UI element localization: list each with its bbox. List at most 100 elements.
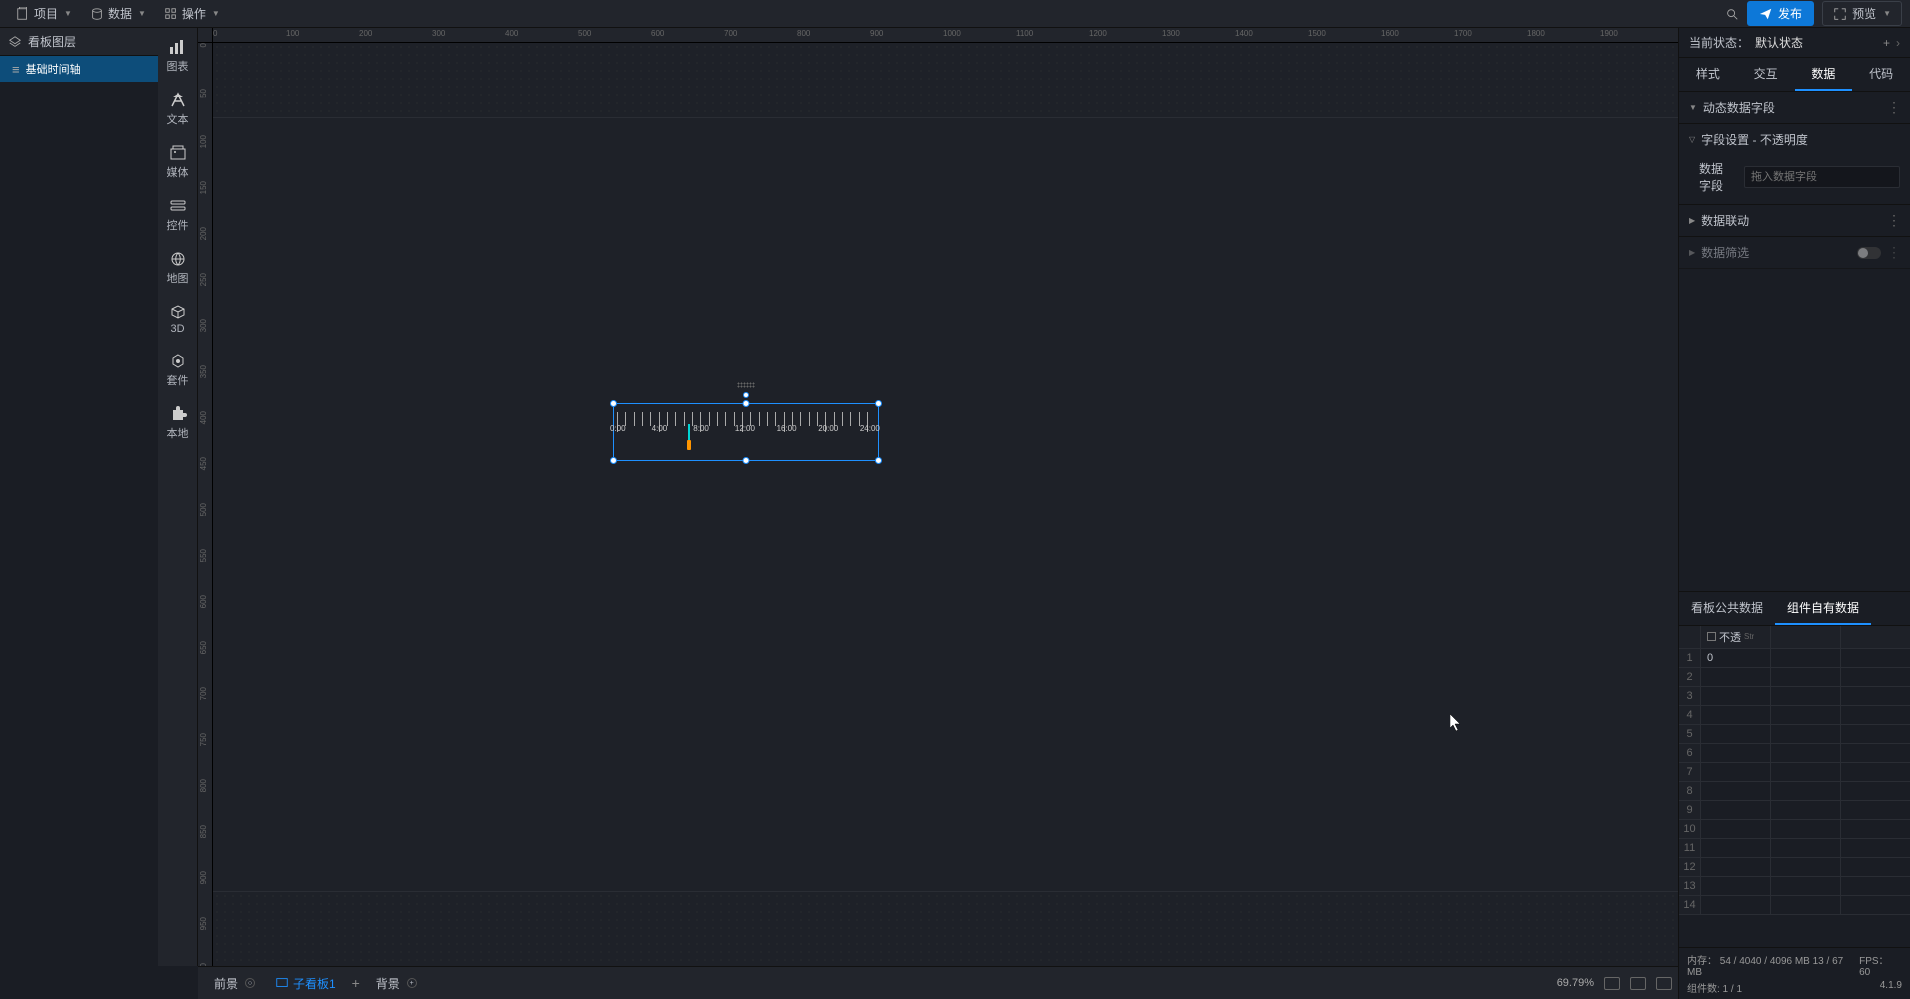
resize-handle-br[interactable] [875,457,882,464]
layers-header: 看板图层 [0,28,158,56]
menu-project[interactable]: 项目 ▼ [8,1,80,26]
filter-toggle[interactable] [1857,247,1881,259]
rotate-handle[interactable] [743,392,749,398]
section-data-filter-label: 数据筛选 [1701,244,1749,261]
data-grid[interactable]: 不透 Str 10234567891011121314 [1679,626,1910,948]
tab-data[interactable]: 数据 [1795,58,1853,91]
layer-item-timeline[interactable]: 基础时间轴 [0,56,158,82]
arrow-down-icon: ▽ [1689,135,1695,144]
dtab-component-data[interactable]: 组件自有数据 [1775,592,1871,625]
guide-bottom [213,891,1678,966]
table-row[interactable]: 13 [1679,877,1910,896]
tab-style[interactable]: 样式 [1679,58,1737,91]
tab-background[interactable]: 背景 + [366,969,427,998]
arrow-down-icon: ▼ [1689,103,1697,112]
text-icon [169,92,187,108]
top-toolbar: 项目 ▼ 数据 ▼ 操作 ▼ 发布 预览 ▼ [0,0,1910,28]
table-row[interactable]: 14 [1679,896,1910,915]
comp-3d[interactable]: 3D [158,301,197,338]
tab-foreground[interactable]: 前景 ○ [204,969,265,998]
actual-size-icon[interactable] [1656,977,1672,990]
right-tabs: 样式 交互 数据 代码 [1679,58,1910,92]
ruler-vertical[interactable]: 0501001502002503003504004505005506006507… [198,43,213,966]
checkbox-icon[interactable] [1707,632,1716,641]
table-row[interactable]: 5 [1679,725,1910,744]
footer-version: 4.1.9 [1880,980,1902,995]
menu-operate[interactable]: 操作 ▼ [156,1,228,26]
search-icon[interactable] [1725,7,1739,21]
table-row[interactable]: 10 [1679,820,1910,839]
comp-text[interactable]: 文本 [158,89,197,130]
comp-local[interactable]: 本地 [158,403,197,444]
table-row[interactable]: 7 [1679,763,1910,782]
chart-icon [169,39,187,55]
preview-button[interactable]: 预览 ▼ [1822,1,1902,26]
grid-col-opacity[interactable]: 不透 Str [1701,626,1771,648]
more-icon[interactable]: ⋮ [1887,99,1900,116]
state-add-button[interactable]: + [1883,36,1890,50]
table-row[interactable]: 2 [1679,668,1910,687]
canvas-inner[interactable]: 0:004:008:0012:0016:0020:0024:00 [213,43,1678,966]
grid-view-icon[interactable] [1630,977,1646,990]
section-dynamic-fields: ▼ 动态数据字段 ⋮ [1679,92,1910,124]
tab-add-button[interactable]: + [346,973,366,993]
table-row[interactable]: 12 [1679,858,1910,877]
tab-interact[interactable]: 交互 [1737,58,1795,91]
comp-chart-label: 图表 [167,58,189,74]
menu-data[interactable]: 数据 ▼ [82,1,154,26]
tab-subboard-label: 子看板1 [293,975,336,992]
data-field-input[interactable] [1744,166,1900,188]
section-field-opacity-header[interactable]: ▽ 字段设置 - 不透明度 [1679,124,1910,155]
comp-control[interactable]: 控件 [158,195,197,236]
table-row[interactable]: 10 [1679,649,1910,668]
comp-text-label: 文本 [167,111,189,127]
comp-chart[interactable]: 图表 [158,36,197,77]
ruler-horizontal[interactable]: 0100200300400500600700800900100011001200… [213,28,1678,43]
resize-handle-tr[interactable] [875,400,882,407]
resize-handle-tl[interactable] [610,400,617,407]
puzzle-icon [169,406,187,422]
right-panel: 当前状态： 默认状态 + › 样式 交互 数据 代码 ▼ 动态数据字段 ⋮ ▽ … [1678,28,1910,999]
comp-media-label: 媒体 [167,164,189,180]
preview-label: 预览 [1852,5,1876,22]
table-row[interactable]: 11 [1679,839,1910,858]
table-row[interactable]: 6 [1679,744,1910,763]
tab-code[interactable]: 代码 [1852,58,1910,91]
comp-kit[interactable]: 套件 [158,350,197,391]
section-data-link-header[interactable]: ▶ 数据联动 ⋮ [1679,205,1910,236]
section-dynamic-fields-header[interactable]: ▼ 动态数据字段 ⋮ [1679,92,1910,123]
resize-handle-tc[interactable] [743,400,750,407]
selected-widget-timeline[interactable]: 0:004:008:0012:0016:0020:0024:00 [613,403,879,461]
comp-map-label: 地图 [167,270,189,286]
table-row[interactable]: 3 [1679,687,1910,706]
more-icon[interactable]: ⋮ [1887,244,1900,261]
kit-icon [169,353,187,369]
more-icon[interactable]: ⋮ [1887,212,1900,229]
expand-icon [1833,7,1847,21]
comp-media[interactable]: 媒体 [158,142,197,183]
menu-data-label: 数据 [108,5,132,22]
table-row[interactable]: 8 [1679,782,1910,801]
timeline-scale: 0:004:008:0012:0016:0020:0024:00 [617,412,875,440]
tab-background-label: 背景 [376,975,400,992]
state-label: 当前状态： [1689,34,1749,51]
tab-add-bg-icon[interactable]: + [407,978,417,988]
resize-handle-bl[interactable] [610,457,617,464]
dtab-board-data[interactable]: 看板公共数据 [1679,592,1775,625]
publish-button[interactable]: 发布 [1747,1,1814,26]
section-data-filter-header[interactable]: ▶ 数据筛选 ⋮ [1679,237,1910,268]
zoom-value[interactable]: 69.79% [1557,977,1594,989]
table-row[interactable]: 9 [1679,801,1910,820]
tab-subboard-1[interactable]: 子看板1 [265,969,346,998]
drag-handle-icon[interactable] [737,382,755,388]
chevron-down-icon: ▼ [64,9,72,18]
table-row[interactable]: 4 [1679,706,1910,725]
chevron-down-icon: ▼ [212,9,220,18]
timeline-marker[interactable] [688,424,690,442]
comp-map[interactable]: 地图 [158,248,197,289]
fit-screen-icon[interactable] [1604,977,1620,990]
chevron-right-icon[interactable]: › [1896,36,1900,50]
section-data-link-label: 数据联动 [1701,212,1749,229]
section-data-link: ▶ 数据联动 ⋮ [1679,205,1910,237]
resize-handle-bc[interactable] [743,457,750,464]
